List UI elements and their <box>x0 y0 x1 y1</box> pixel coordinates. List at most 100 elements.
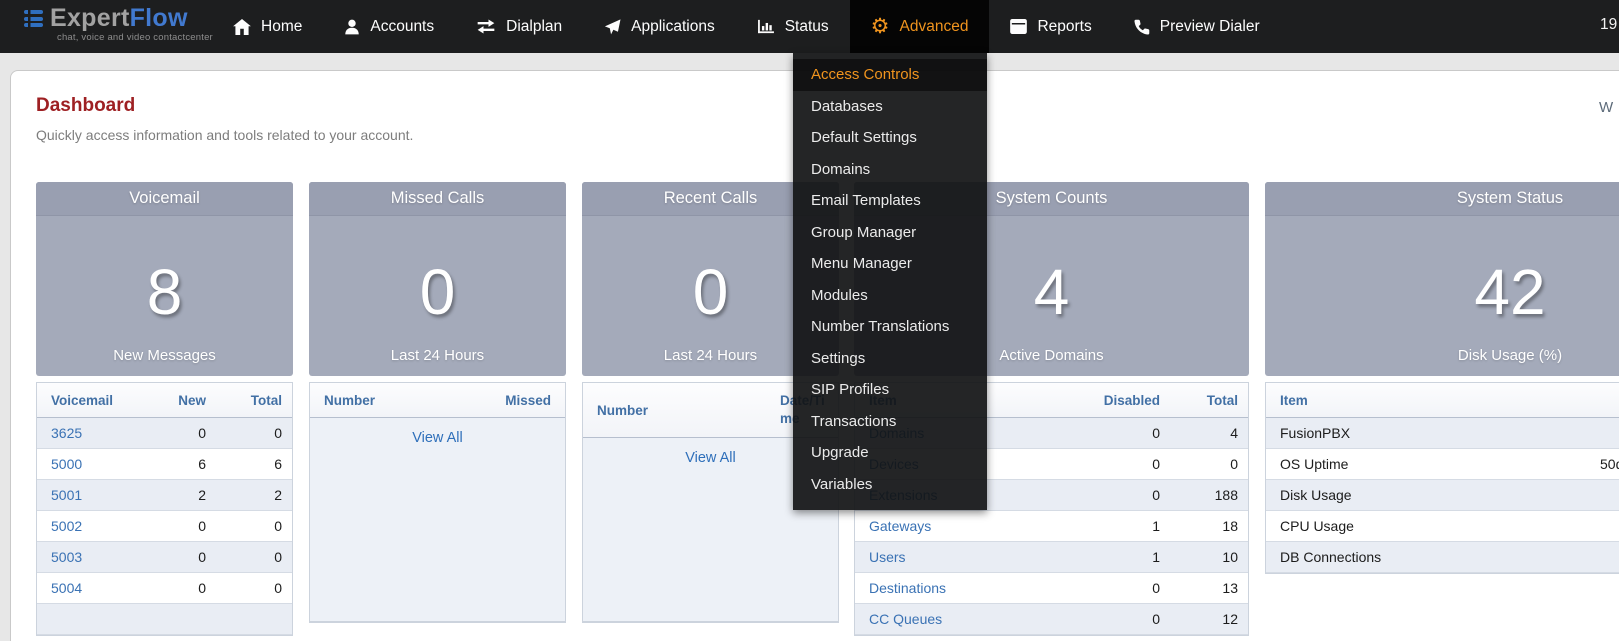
expertflow-logo[interactable]: ExpertFlow chat, voice and video contact… <box>24 6 213 43</box>
table-header-row: VoicemailNewTotal <box>37 382 292 418</box>
table-row: 5001 2 2 <box>37 480 292 511</box>
view-all-link[interactable]: View All <box>685 450 736 466</box>
row-link[interactable]: Destinations <box>869 580 946 596</box>
brand-expert: Expert <box>50 4 130 32</box>
row-link[interactable]: Gateways <box>869 518 931 534</box>
row-link[interactable]: 5002 <box>51 518 82 534</box>
card-value: 42 <box>1265 260 1619 324</box>
table-system-status: Item FusionPBX OS Uptime50d Disk Usage CPU U… <box>1265 382 1619 574</box>
brand-flow: Flow <box>130 4 188 32</box>
cell-value: 0 <box>1230 456 1238 472</box>
menu-item-databases[interactable]: Databases <box>793 91 987 123</box>
status-item-label: Disk Usage <box>1280 487 1352 503</box>
menu-item-default-settings[interactable]: Default Settings <box>793 122 987 154</box>
card-title: Voicemail <box>36 182 293 216</box>
cell-value: 0 <box>274 425 282 441</box>
nav-item-accounts[interactable]: Accounts <box>323 0 455 53</box>
table-row: Users110 <box>855 542 1248 573</box>
welcome-text-truncated: W <box>1599 99 1613 116</box>
status-item-label: FusionPBX <box>1280 425 1350 441</box>
nav-item-label: Applications <box>631 18 715 36</box>
home-icon <box>233 19 251 35</box>
menu-item-access-controls[interactable]: Access Controls <box>793 59 987 91</box>
nav-item-label: Status <box>785 18 829 36</box>
brand-tagline: chat, voice and video contactcenter <box>57 32 213 43</box>
nav-menu: Home Accounts Dialplan Applications Status ⚙ A… <box>212 0 1281 53</box>
card-title: Missed Calls <box>309 182 566 216</box>
status-item-label: CPU Usage <box>1280 518 1354 534</box>
status-item-label: DB Connections <box>1280 549 1381 565</box>
cell-value: 18 <box>1222 518 1238 534</box>
column-header-missed: Missed <box>438 393 566 408</box>
menu-item-modules[interactable]: Modules <box>793 280 987 312</box>
paper-plane-icon <box>604 19 621 35</box>
row-link[interactable]: CC Queues <box>869 611 942 627</box>
cell-value: 6 <box>198 456 206 472</box>
nav-item-label: Preview Dialer <box>1160 18 1260 36</box>
status-item-value: 50d <box>1600 456 1619 472</box>
column-header-number: Number <box>310 393 438 408</box>
table-row: Gateways 1 18 <box>855 511 1248 542</box>
cell-value: 2 <box>274 487 282 503</box>
nav-item-reports[interactable]: Reports <box>989 0 1112 53</box>
cell-value: 2 <box>198 487 206 503</box>
cell-value: 0 <box>198 518 206 534</box>
cell-value: 0 <box>1152 425 1160 441</box>
column-header-new: New <box>142 393 216 408</box>
menu-item-sip-profiles[interactable]: SIP Profiles <box>793 374 987 406</box>
nav-item-advanced[interactable]: ⚙ Advanced <box>850 0 990 53</box>
column-header-voicemail: Voicemail <box>37 393 142 408</box>
card-title: System Status <box>1265 182 1619 216</box>
nav-item-preview-dialer[interactable]: Preview Dialer <box>1113 0 1281 53</box>
row-link[interactable]: 3625 <box>51 425 82 441</box>
nav-item-home[interactable]: Home <box>212 0 323 53</box>
table-row: 500300 <box>37 542 292 573</box>
transfer-arrows-icon <box>476 19 496 34</box>
row-link[interactable]: Users <box>869 549 906 565</box>
table-row: Disk Usage <box>1266 480 1619 511</box>
menu-item-upgrade[interactable]: Upgrade <box>793 437 987 469</box>
cell-value: 188 <box>1215 487 1238 503</box>
table-row: CC Queues012 <box>855 604 1248 635</box>
row-link[interactable]: 5001 <box>51 487 82 503</box>
menu-item-variables[interactable]: Variables <box>793 469 987 501</box>
dashboard-card-voicemail: Voicemail8New Messages <box>36 182 293 376</box>
nav-item-dialplan[interactable]: Dialplan <box>455 0 583 53</box>
table-missed-calls: NumberMissed View All <box>309 382 566 623</box>
menu-item-email-templates[interactable]: Email Templates <box>793 185 987 217</box>
nav-item-status[interactable]: Status <box>736 0 850 53</box>
nav-item-label: Accounts <box>370 18 434 36</box>
view-all-link[interactable]: View All <box>412 430 463 446</box>
row-link[interactable]: 5000 <box>51 456 82 472</box>
cell-value: 1 <box>1152 518 1160 534</box>
menu-item-transactions[interactable]: Transactions <box>793 406 987 438</box>
cell-value: 0 <box>1152 456 1160 472</box>
column-header-disabled: Disabled <box>1060 393 1170 408</box>
nav-item-label: Advanced <box>900 18 969 36</box>
table-header-row: Item <box>1266 382 1619 418</box>
card-label: Last 24 Hours <box>309 347 566 364</box>
row-link[interactable]: 5003 <box>51 549 82 565</box>
column-header-item: Item <box>1266 393 1619 408</box>
nav-item-applications[interactable]: Applications <box>583 0 736 53</box>
menu-item-settings[interactable]: Settings <box>793 343 987 375</box>
cell-value: 0 <box>198 580 206 596</box>
card-label: New Messages <box>36 347 293 364</box>
table-row: 500066 <box>37 449 292 480</box>
menu-item-number-translations[interactable]: Number Translations <box>793 311 987 343</box>
gear-icon: ⚙ <box>871 16 890 37</box>
cell-value: 13 <box>1222 580 1238 596</box>
menu-item-group-manager[interactable]: Group Manager <box>793 217 987 249</box>
brand-name: ExpertFlow <box>50 6 188 31</box>
cell-value: 12 <box>1222 611 1238 627</box>
menu-item-menu-manager[interactable]: Menu Manager <box>793 248 987 280</box>
nav-item-label: Dialplan <box>506 18 562 36</box>
table-row: OS Uptime50d <box>1266 449 1619 480</box>
table-header-row: NumberMissed <box>310 382 565 418</box>
advanced-dropdown-menu: Access ControlsDatabasesDefault Settings… <box>793 53 987 510</box>
card-label: Disk Usage (%) <box>1265 347 1619 364</box>
menu-item-domains[interactable]: Domains <box>793 154 987 186</box>
row-link[interactable]: 5004 <box>51 580 82 596</box>
cell-value: 0 <box>1152 487 1160 503</box>
table-body-empty: View All <box>310 418 565 622</box>
